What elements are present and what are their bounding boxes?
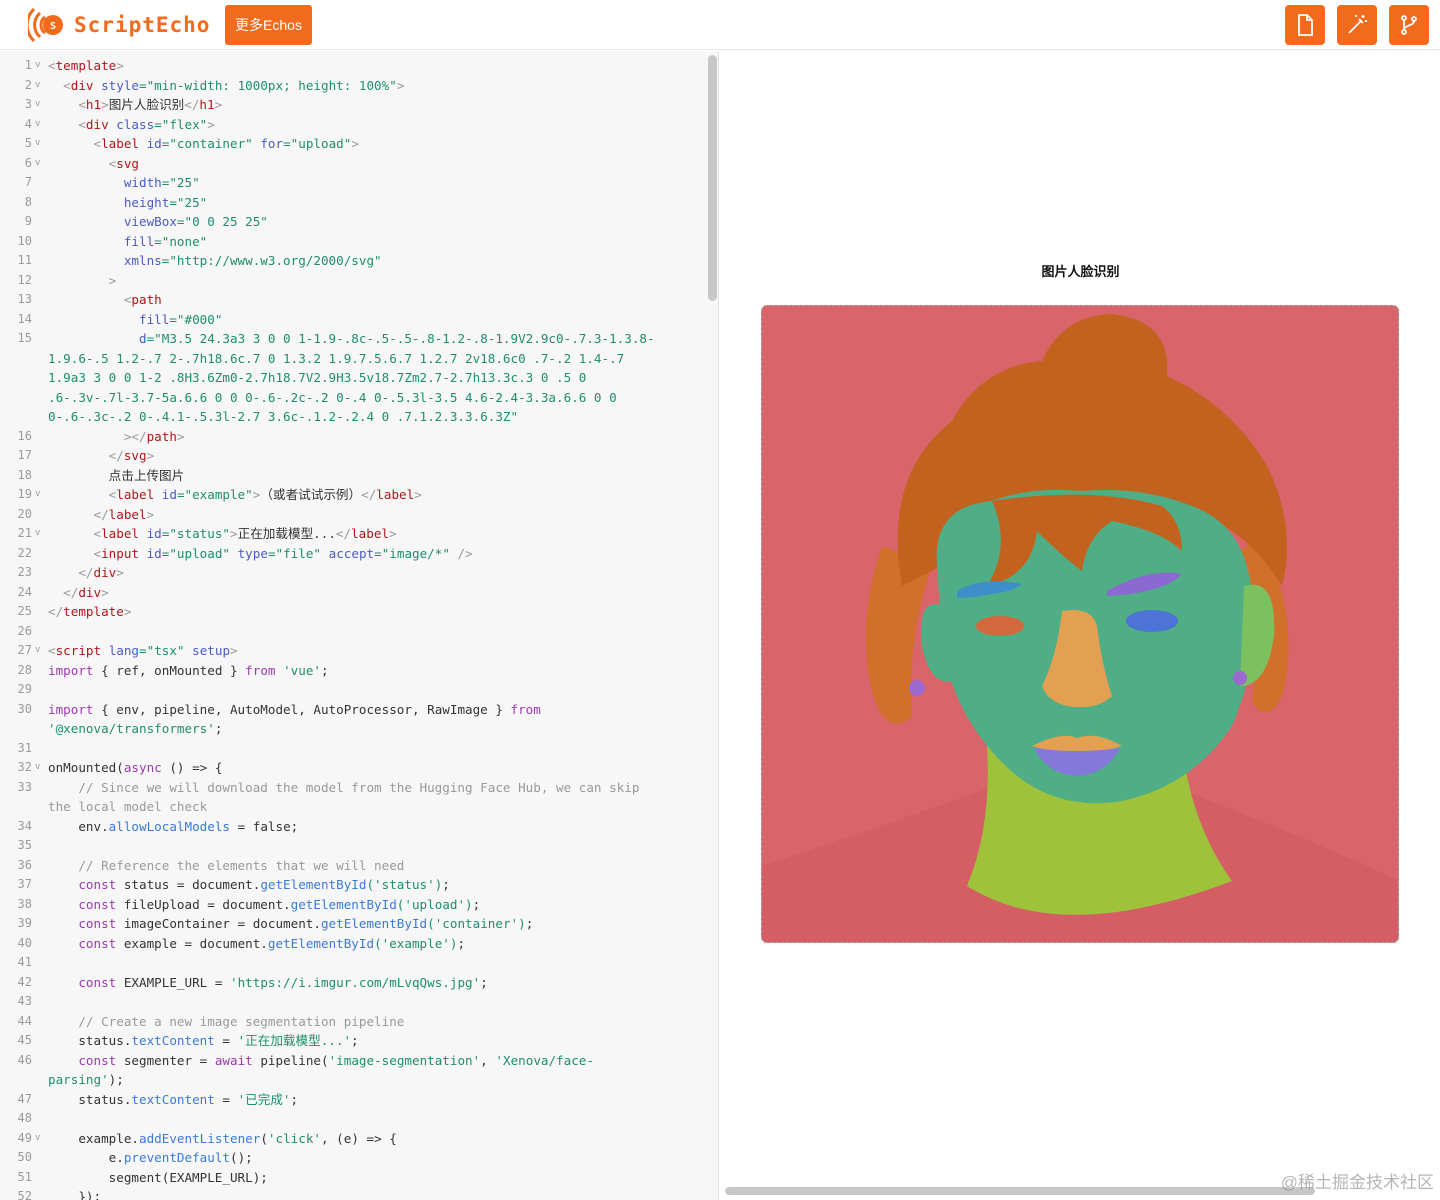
code-line: 21 v <label id="status">正在加载模型...</label> [0,524,706,544]
code-line: 1 v <template> [0,56,706,76]
code-line: 3v <h1>图片人脸识别</h1> [0,95,706,115]
code-line: 27 v <script lang="tsx" setup> [0,641,706,661]
brand-name: ScriptEcho [74,13,211,37]
code-line: 22 <input id="upload" type="file" accept… [17,545,473,561]
code-line: 36 // Reference the elements that we wil… [17,857,405,873]
code-line: 33 // Since we will download the model f… [17,779,640,795]
code-line: 42 const EXAMPLE_URL = 'https://i.imgur.… [17,974,488,990]
code-line: 4v <div class="flex"> [0,115,706,135]
code-line-wrap: .6-.3v-.7l-3.7-5a.6.6 0 0 0-.6-.2c-.2 0-… [48,389,617,405]
code-line-wrap: 1.9a3 3 0 0 1-2 .8H3.6Zm0-2.7h18.7V2.9H3… [48,370,587,385]
code-line: 29 [17,682,32,696]
new-file-button[interactable] [1285,5,1325,45]
fork-button[interactable] [1389,5,1429,45]
code-line: 37 const status = document.getElementByI… [17,877,450,892]
code-line: 15 d="M3.5 24.3a3 3 0 0 1-1.9-.8c-.5-.5-… [17,331,655,346]
svg-text:S: S [50,21,56,32]
code-line: 20 </label> [17,506,155,522]
code-line: 16 ></path> [17,428,185,444]
code-line: 44 // Create a new image segmentation pi… [17,1013,405,1029]
fold-arrow-icon: v [35,762,41,772]
fold-arrow-icon: v [35,60,41,70]
more-echos-button[interactable]: 更多Echos [225,5,312,45]
segmentation-image-container[interactable] [761,305,1399,943]
code-line: 5v <label id="container" for="upload"> [0,134,706,154]
top-bar: S ScriptEcho 更多Echos [0,0,1440,50]
code-line: 23 </div> [17,565,124,580]
code-line: 34 env.allowLocalModels = false; [17,818,299,834]
code-line: 13 <path [17,292,162,307]
code-line: 19 v <label id="example">（或者试试示例）</label> [0,485,706,505]
code-line: 52 }); [17,1189,102,1200]
code-line: 8 height="25" [24,194,208,210]
code-line: 6v <svg [0,154,706,174]
code-line-wrap: parsing'); [48,1072,124,1087]
code-line-wrap: the local model check [48,799,208,814]
code-line: 18 点击上传图片 [17,467,185,483]
code-line: 45 status.textContent = '正在加载模型...'; [17,1033,359,1048]
fold-arrow-icon: v [35,138,41,148]
fold-arrow-icon: v [35,157,41,168]
code-line: 46 const segmenter = await pipeline('ima… [17,1052,594,1068]
file-icon [1298,14,1313,36]
code-area[interactable]: 1 v <template> 2v <div style="min-width: 1… [0,56,706,1200]
code-line: 30 import { env, pipeline, AutoModel, Aut… [17,701,541,717]
logo[interactable]: S ScriptEcho [28,5,210,45]
code-line: 43 [17,994,32,1008]
code-line: 32 v onMounted(async () => { [0,758,706,778]
logo-waves-icon: S [28,7,63,43]
code-line: 10 fill="none" [17,233,208,249]
preview-pane: 图片人脸识别 @稀土掘金技术社区 [721,51,1440,1200]
fold-arrow-icon: v [35,645,41,655]
code-line: 28 import { ref, onMounted } from 'vue'; [17,662,329,678]
fold-arrow-icon: v [35,528,41,538]
fold-arrow-icon: v [35,1132,41,1143]
code-line: 12 > [17,272,117,288]
code-line: 14 fill="#000" [17,311,223,327]
git-branch-icon [1401,15,1417,35]
code-line: 38 const fileUpload = document.getElemen… [17,896,481,912]
code-line-wrap: 0-.6-.3c-.2 0-.4.1-.5.3l-2.7 3.6c-.1.2-.… [48,409,519,424]
code-line: 9 viewBox="0 0 25 25" [24,214,268,229]
code-line-wrap: 1.9.6-.5 1.2-.7 2-.7h18.6c.7 0 1.3.2 1.9… [48,350,625,366]
code-line: 49 v example.addEventListener('click', (e… [0,1129,706,1149]
code-line: 47 status.textContent = '已完成'; [17,1091,299,1107]
code-line: 41 [17,955,32,969]
code-line: 25 </template> [17,604,132,619]
code-line: 11 xmlns="http://www.w3.org/2000/svg" [17,253,382,268]
code-editor[interactable]: 1 v <template> 2v <div style="min-width: 1… [0,51,719,1200]
code-line: 24 </div> [17,584,109,600]
code-line: 31 [17,740,32,755]
fold-arrow-icon: v [35,79,41,90]
magic-wand-icon [1348,15,1367,34]
fold-arrow-icon: v [35,489,41,499]
magic-wand-button[interactable] [1337,5,1377,45]
code-line: 2v <div style="min-width: 1000px; height… [0,76,706,96]
watermark: @稀土掘金技术社区 [1280,1173,1434,1192]
code-line: 35 [17,838,32,852]
face-segmentation-image [762,306,1398,942]
code-line: 39 const imageContainer = document.getEl… [17,916,534,931]
code-line: 51 segment(EXAMPLE_URL); [17,1169,268,1185]
code-line: 17 </svg> [17,448,155,463]
code-line: 40 const example = document.getElementBy… [17,935,466,951]
fold-arrow-icon: v [35,118,41,129]
preview-heading: 图片人脸识别 [1041,264,1120,279]
code-line: 7 width="25" [24,175,200,190]
code-line: 26 [17,623,32,638]
code-line: 48 [17,1111,32,1125]
preview-horizontal-scrollbar[interactable] [725,1187,1315,1195]
fold-arrow-icon: v [35,99,41,109]
code-line: 50 e.preventDefault(); [17,1150,253,1165]
editor-vertical-scrollbar[interactable] [708,55,717,301]
code-line-wrap: '@xenova/transformers'; [48,721,223,736]
